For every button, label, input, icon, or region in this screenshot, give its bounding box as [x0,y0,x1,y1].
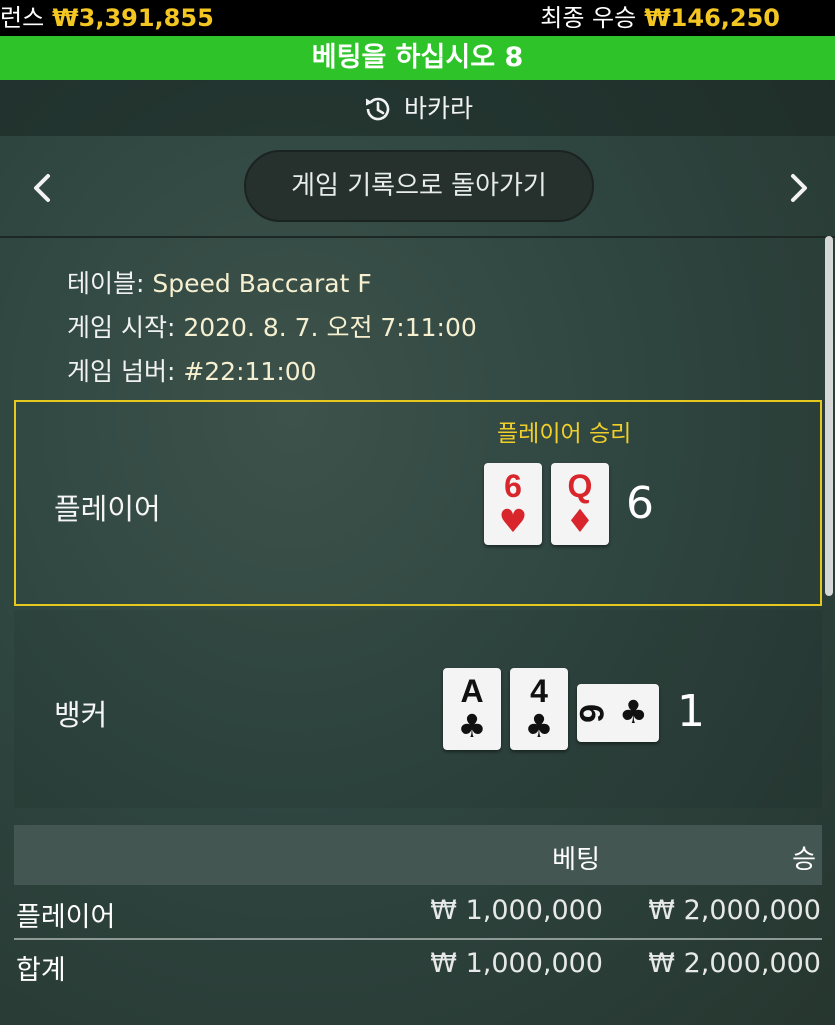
club-icon: ♣ [524,707,554,745]
start-info: 게임 시작: 2020. 8. 7. 오전 7:11:00 [67,308,477,344]
banker-card-1: A ♣ [443,668,501,750]
row-name: 합계 [16,955,66,986]
card-rank: Q [567,468,593,504]
card-rank: 6 [571,704,610,723]
banker-label: 뱅커 [54,698,108,732]
number-info: 게임 넘버: #22:11:00 [67,352,317,388]
chevron-left-icon[interactable] [28,168,58,208]
number-label: 게임 넘버: [67,357,184,386]
row-bet: ₩ 1,000,000 [430,948,603,979]
panel-title: 바카라 [403,94,473,123]
club-icon: ♣ [457,707,487,745]
heart-icon: ♥ [498,502,528,540]
start-label: 게임 시작: [67,313,184,342]
player-win-label: 플레이어 승리 [497,421,632,447]
balance-label: 런스 [0,4,45,32]
card-rank: 4 [530,673,548,709]
balance-value: ₩3,391,855 [52,4,214,32]
number-value: #22:11:00 [183,357,317,386]
row-name: 플레이어 [16,902,116,933]
banker-card-2: 4 ♣ [510,668,568,750]
divider [0,236,835,238]
history-icon [365,97,390,121]
row-divider [14,938,822,940]
bets-table-header: 베팅 승 [14,825,822,885]
chevron-right-icon[interactable] [783,168,813,208]
table-label: 테이블: [67,269,153,298]
player-label: 플레이어 [54,492,161,526]
player-card-1: 6 ♥ [484,463,542,545]
col-bet: 베팅 [552,845,600,875]
table-info: 테이블: Speed Baccarat F [67,264,372,300]
club-icon: ♣ [619,693,648,731]
player-card-2: Q ♦ [551,463,609,545]
card-rank: A [460,673,484,709]
start-value: 2020. 8. 7. 오전 7:11:00 [183,313,477,342]
row-win: ₩ 2,000,000 [648,948,821,979]
panel-header: 바카라 [0,80,835,136]
last-win-label: 최종 우승 [540,4,637,32]
row-bet: ₩ 1,000,000 [430,895,603,926]
row-win: ₩ 2,000,000 [648,895,821,926]
banker-score: 1 [677,686,705,737]
last-win: 최종 우승 ₩146,250 [540,0,780,36]
scrollbar[interactable] [825,236,833,596]
last-win-value: ₩146,250 [644,4,780,32]
col-win: 승 [792,845,816,875]
balance: 런스 ₩3,391,855 [0,0,214,36]
table-value: Speed Baccarat F [152,269,372,298]
diamond-icon: ♦ [565,502,595,540]
back-to-history-button[interactable]: 게임 기록으로 돌아가기 [244,150,594,222]
banker-card-3: 6 ♣ [572,684,659,742]
betting-banner: 베팅을 하십시오 8 [0,36,835,80]
player-score: 6 [626,478,654,529]
card-rank: 6 [504,468,522,504]
balance-bar: 런스 ₩3,391,855 최종 우승 ₩146,250 [0,0,835,36]
